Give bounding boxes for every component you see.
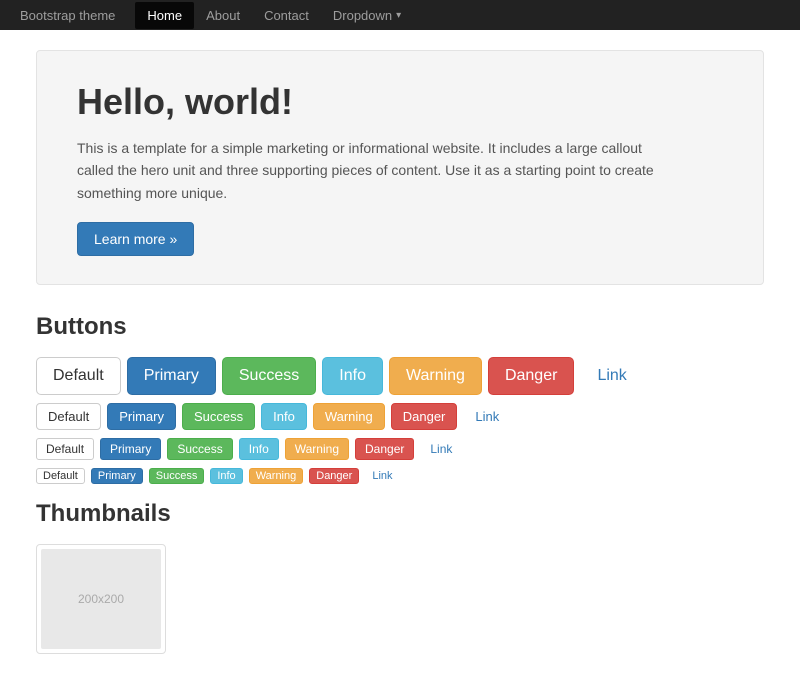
btn-warning-md[interactable]: Warning (313, 403, 385, 430)
btn-link-sm[interactable]: Link (420, 438, 462, 460)
button-row-lg: Default Primary Success Info Warning Dan… (36, 357, 764, 395)
btn-warning-lg[interactable]: Warning (389, 357, 482, 395)
nav-link-home[interactable]: Home (135, 2, 194, 29)
btn-danger-md[interactable]: Danger (391, 403, 458, 430)
buttons-section: Buttons Default Primary Success Info War… (36, 313, 764, 484)
btn-info-lg[interactable]: Info (322, 357, 383, 395)
navbar: Bootstrap theme Home About Contact Dropd… (0, 0, 800, 30)
nav-link-about[interactable]: About (194, 2, 252, 29)
btn-info-xs[interactable]: Info (210, 468, 242, 484)
btn-danger-lg[interactable]: Danger (488, 357, 574, 395)
chevron-down-icon: ▾ (396, 10, 401, 21)
btn-success-md[interactable]: Success (182, 403, 255, 430)
btn-info-sm[interactable]: Info (239, 438, 279, 460)
thumbnails-title: Thumbnails (36, 500, 764, 528)
btn-default-sm[interactable]: Default (36, 438, 94, 460)
navbar-nav: Home About Contact Dropdown ▾ (135, 2, 413, 29)
btn-danger-xs[interactable]: Danger (309, 468, 359, 484)
navbar-brand[interactable]: Bootstrap theme (20, 8, 115, 23)
button-row-sm: Default Primary Success Info Warning Dan… (36, 438, 764, 460)
button-row-md: Default Primary Success Info Warning Dan… (36, 403, 764, 430)
btn-default-md[interactable]: Default (36, 403, 101, 430)
btn-primary-xs[interactable]: Primary (91, 468, 143, 484)
hero-description: This is a template for a simple marketin… (77, 137, 657, 204)
hero-section: Hello, world! This is a template for a s… (36, 50, 764, 285)
thumbnail-item[interactable]: 200x200 (36, 544, 166, 654)
btn-primary-lg[interactable]: Primary (127, 357, 216, 395)
button-row-xs: Default Primary Success Info Warning Dan… (36, 468, 764, 484)
btn-warning-sm[interactable]: Warning (285, 438, 349, 460)
btn-success-xs[interactable]: Success (149, 468, 205, 484)
btn-default-xs[interactable]: Default (36, 468, 85, 484)
btn-danger-sm[interactable]: Danger (355, 438, 414, 460)
btn-success-sm[interactable]: Success (167, 438, 232, 460)
btn-warning-xs[interactable]: Warning (249, 468, 304, 484)
btn-primary-sm[interactable]: Primary (100, 438, 161, 460)
thumbnails-section: Thumbnails 200x200 (36, 500, 764, 654)
btn-default-lg[interactable]: Default (36, 357, 121, 395)
btn-primary-md[interactable]: Primary (107, 403, 176, 430)
main-content: Hello, world! This is a template for a s… (20, 30, 780, 674)
hero-title: Hello, world! (77, 81, 723, 123)
nav-item-home[interactable]: Home (135, 2, 194, 29)
btn-link-md[interactable]: Link (463, 403, 511, 430)
learn-more-button[interactable]: Learn more » (77, 222, 194, 256)
btn-success-lg[interactable]: Success (222, 357, 316, 395)
nav-item-about[interactable]: About (194, 2, 252, 29)
thumbnail-placeholder: 200x200 (41, 549, 161, 649)
nav-item-dropdown[interactable]: Dropdown ▾ (321, 2, 413, 29)
nav-link-contact[interactable]: Contact (252, 2, 321, 29)
buttons-title: Buttons (36, 313, 764, 341)
nav-link-dropdown[interactable]: Dropdown ▾ (321, 2, 413, 29)
btn-link-lg[interactable]: Link (580, 357, 643, 395)
btn-info-md[interactable]: Info (261, 403, 307, 430)
btn-link-xs[interactable]: Link (365, 468, 399, 484)
nav-item-contact[interactable]: Contact (252, 2, 321, 29)
